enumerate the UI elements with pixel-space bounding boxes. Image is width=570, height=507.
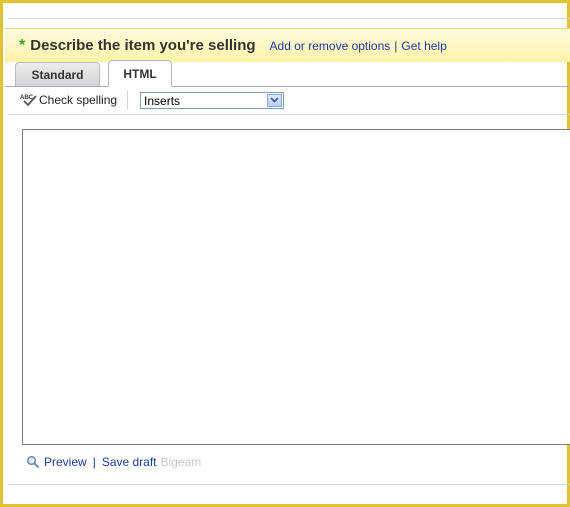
check-spelling-label: Check spelling — [39, 93, 118, 107]
footer-link-separator: | — [92, 455, 96, 469]
section-header: * Describe the item you're selling Add o… — [5, 28, 570, 62]
required-star-icon: * — [19, 36, 26, 54]
toolbar-divider-line — [8, 114, 570, 115]
bottom-divider — [8, 484, 570, 485]
spell-check-icon: ABC — [20, 95, 37, 107]
inserts-select-value: Inserts — [144, 93, 181, 108]
faded-text: Bigeam — [160, 455, 202, 469]
header-links: Add or remove options | Get help — [270, 39, 447, 53]
toolbar-divider — [127, 91, 129, 109]
editor-toolbar: ABC Check spelling Inserts — [8, 88, 570, 112]
html-editor-textarea[interactable] — [22, 129, 570, 445]
get-help-link[interactable]: Get help — [401, 39, 446, 53]
tab-html[interactable]: HTML — [108, 60, 172, 87]
check-spelling-button[interactable]: ABC Check spelling — [20, 93, 117, 107]
link-separator: | — [394, 38, 398, 53]
preview-link[interactable]: Preview — [44, 455, 87, 469]
inserts-select[interactable]: Inserts — [140, 91, 285, 109]
save-draft-link[interactable]: Save draft — [102, 455, 157, 469]
section-title: Describe the item you're selling — [30, 37, 256, 54]
top-divider — [8, 18, 570, 19]
tab-standard[interactable]: Standard — [15, 62, 100, 86]
magnifier-icon — [26, 455, 40, 469]
editor-footer-links: Preview | Save draft Bigeam — [26, 455, 201, 469]
chevron-down-icon[interactable] — [267, 93, 283, 107]
add-remove-options-link[interactable]: Add or remove options — [270, 39, 391, 53]
editor-tabbar: Standard HTML — [5, 60, 570, 87]
